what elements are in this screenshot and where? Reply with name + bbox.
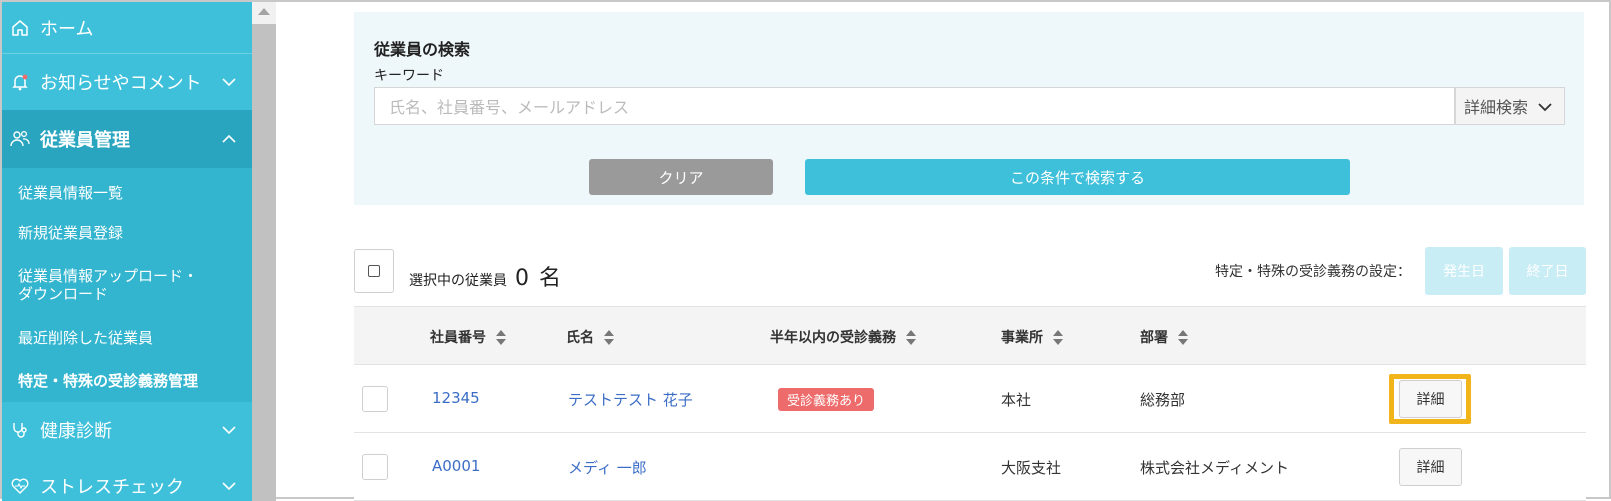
sidebar: ホーム お知らせやコメント 従業員管理 従業員情報一覧 新規従業員登録 従業員情… xyxy=(2,2,252,501)
selected-unit: 名 xyxy=(539,266,562,291)
header-employee-number[interactable]: 社員番号 xyxy=(430,327,506,347)
submenu-employee-list-label: 従業員情報一覧 xyxy=(18,184,124,202)
users-icon xyxy=(8,127,32,151)
submenu-employee-list[interactable]: 従業員情報一覧 xyxy=(2,168,252,211)
checkbox-square xyxy=(368,265,380,277)
submenu-new-employee-label: 新規従業員登録 xyxy=(18,224,124,242)
keyword-input[interactable]: 氏名、社員番号、メールアドレス xyxy=(374,87,1455,125)
keyword-label: キーワード xyxy=(374,68,444,84)
sort-icon[interactable] xyxy=(1053,329,1063,345)
clear-button[interactable]: クリア xyxy=(589,159,773,195)
table-header: 社員番号 氏名 半年以内の受診義務 事業所 部署 xyxy=(354,306,1586,365)
start-date-button[interactable]: 発生日 xyxy=(1425,247,1503,295)
employee-number-link[interactable]: 12345 xyxy=(432,389,480,407)
header-department[interactable]: 部署 xyxy=(1140,327,1188,347)
employee-number-link[interactable]: A0001 xyxy=(432,457,480,475)
sort-icon[interactable] xyxy=(1178,329,1188,345)
detail-search-dropdown[interactable]: 詳細検索 xyxy=(1455,87,1565,125)
detail-search-label: 詳細検索 xyxy=(1464,98,1529,117)
sidebar-scrollbar[interactable] xyxy=(252,2,276,501)
submenu-special-exam-management[interactable]: 特定・特殊の受診義務管理 xyxy=(2,359,252,402)
scroll-thumb[interactable] xyxy=(252,24,276,501)
search-title: 従業員の検索 xyxy=(374,40,471,59)
sort-icon[interactable] xyxy=(604,329,614,345)
employee-name-link[interactable]: メディ 一郎 xyxy=(568,457,647,478)
office-cell: 本社 xyxy=(1001,391,1032,409)
nav-stress-check-label: ストレスチェック xyxy=(40,477,184,498)
chevron-down-icon xyxy=(222,78,236,87)
header-label: 氏名 xyxy=(566,330,594,346)
row-checkbox[interactable] xyxy=(362,454,388,480)
detail-button[interactable]: 詳細 xyxy=(1399,448,1462,486)
submenu-special-exam-management-label: 特定・特殊の受診義務管理 xyxy=(18,372,199,390)
selected-count: 0 xyxy=(515,266,529,291)
nav-home-label: ホーム xyxy=(40,18,94,40)
nav-employee-management-label: 従業員管理 xyxy=(40,130,130,151)
submenu-recently-deleted[interactable]: 最近削除した従業員 xyxy=(2,316,252,359)
chevron-down-icon xyxy=(222,426,236,435)
nav-health-checkup[interactable]: 健康診断 xyxy=(2,402,252,458)
table-row: 12345 テストテスト 花子 受診義務あり 本社 総務部 詳細 xyxy=(354,365,1586,433)
scroll-up-arrow-icon[interactable] xyxy=(258,8,270,15)
nav-notifications[interactable]: お知らせやコメント xyxy=(2,54,252,110)
header-exam-obligation[interactable]: 半年以内の受診義務 xyxy=(770,327,916,347)
submenu-upload-download[interactable]: 従業員情報アップロード・ダウンロード xyxy=(2,254,252,316)
bell-icon xyxy=(8,70,32,94)
stethoscope-icon xyxy=(8,418,32,442)
chevron-up-icon xyxy=(222,134,236,143)
home-icon xyxy=(8,16,32,40)
submenu-new-employee[interactable]: 新規従業員登録 xyxy=(2,211,252,254)
selected-label: 選択中の従業員 xyxy=(409,273,507,289)
sort-icon[interactable] xyxy=(496,329,506,345)
detail-button[interactable]: 詳細 xyxy=(1399,380,1462,418)
nav-health-checkup-label: 健康診断 xyxy=(40,421,112,442)
nav-home[interactable]: ホーム xyxy=(2,2,252,54)
header-name[interactable]: 氏名 xyxy=(566,327,614,347)
department-cell: 株式会社メディメント xyxy=(1140,459,1289,477)
nav-notifications-label: お知らせやコメント xyxy=(40,73,202,94)
selected-employees: 選択中の従業員 0 名 xyxy=(409,260,561,292)
header-office[interactable]: 事業所 xyxy=(1001,327,1063,347)
chevron-down-icon xyxy=(1538,103,1552,112)
obligation-badge: 受診義務あり xyxy=(778,388,875,411)
search-button[interactable]: この条件で検索する xyxy=(805,159,1350,195)
submenu-recently-deleted-label: 最近削除した従業員 xyxy=(18,329,154,347)
table-row: A0001 メディ 一郎 大阪支社 株式会社メディメント 詳細 xyxy=(354,433,1586,501)
nav-employee-management[interactable]: 従業員管理 xyxy=(2,110,252,168)
header-label: 部署 xyxy=(1140,330,1168,346)
sort-icon[interactable] xyxy=(906,329,916,345)
department-cell: 総務部 xyxy=(1140,391,1186,409)
exam-setting-label: 特定・特殊の受診義務の設定： xyxy=(1215,264,1411,280)
select-all-checkbox[interactable] xyxy=(354,249,394,293)
chevron-down-icon xyxy=(222,482,236,491)
header-label: 半年以内の受診義務 xyxy=(770,330,896,346)
employee-name-link[interactable]: テストテスト 花子 xyxy=(568,389,693,410)
header-label: 社員番号 xyxy=(430,330,486,346)
search-panel: 従業員の検索 キーワード 氏名、社員番号、メールアドレス 詳細検索 クリア この… xyxy=(354,12,1584,205)
office-cell: 大阪支社 xyxy=(1001,459,1062,477)
keyword-placeholder: 氏名、社員番号、メールアドレス xyxy=(389,98,630,117)
submenu-upload-download-label: 従業員情報アップロード・ダウンロード xyxy=(18,267,199,303)
nav-stress-check[interactable]: ストレスチェック xyxy=(2,458,252,501)
heart-icon xyxy=(8,474,32,498)
header-label: 事業所 xyxy=(1001,330,1043,346)
employee-submenu: 従業員情報一覧 新規従業員登録 従業員情報アップロード・ダウンロード 最近削除し… xyxy=(2,168,252,402)
end-date-button[interactable]: 終了日 xyxy=(1509,247,1586,295)
row-checkbox[interactable] xyxy=(362,386,388,412)
